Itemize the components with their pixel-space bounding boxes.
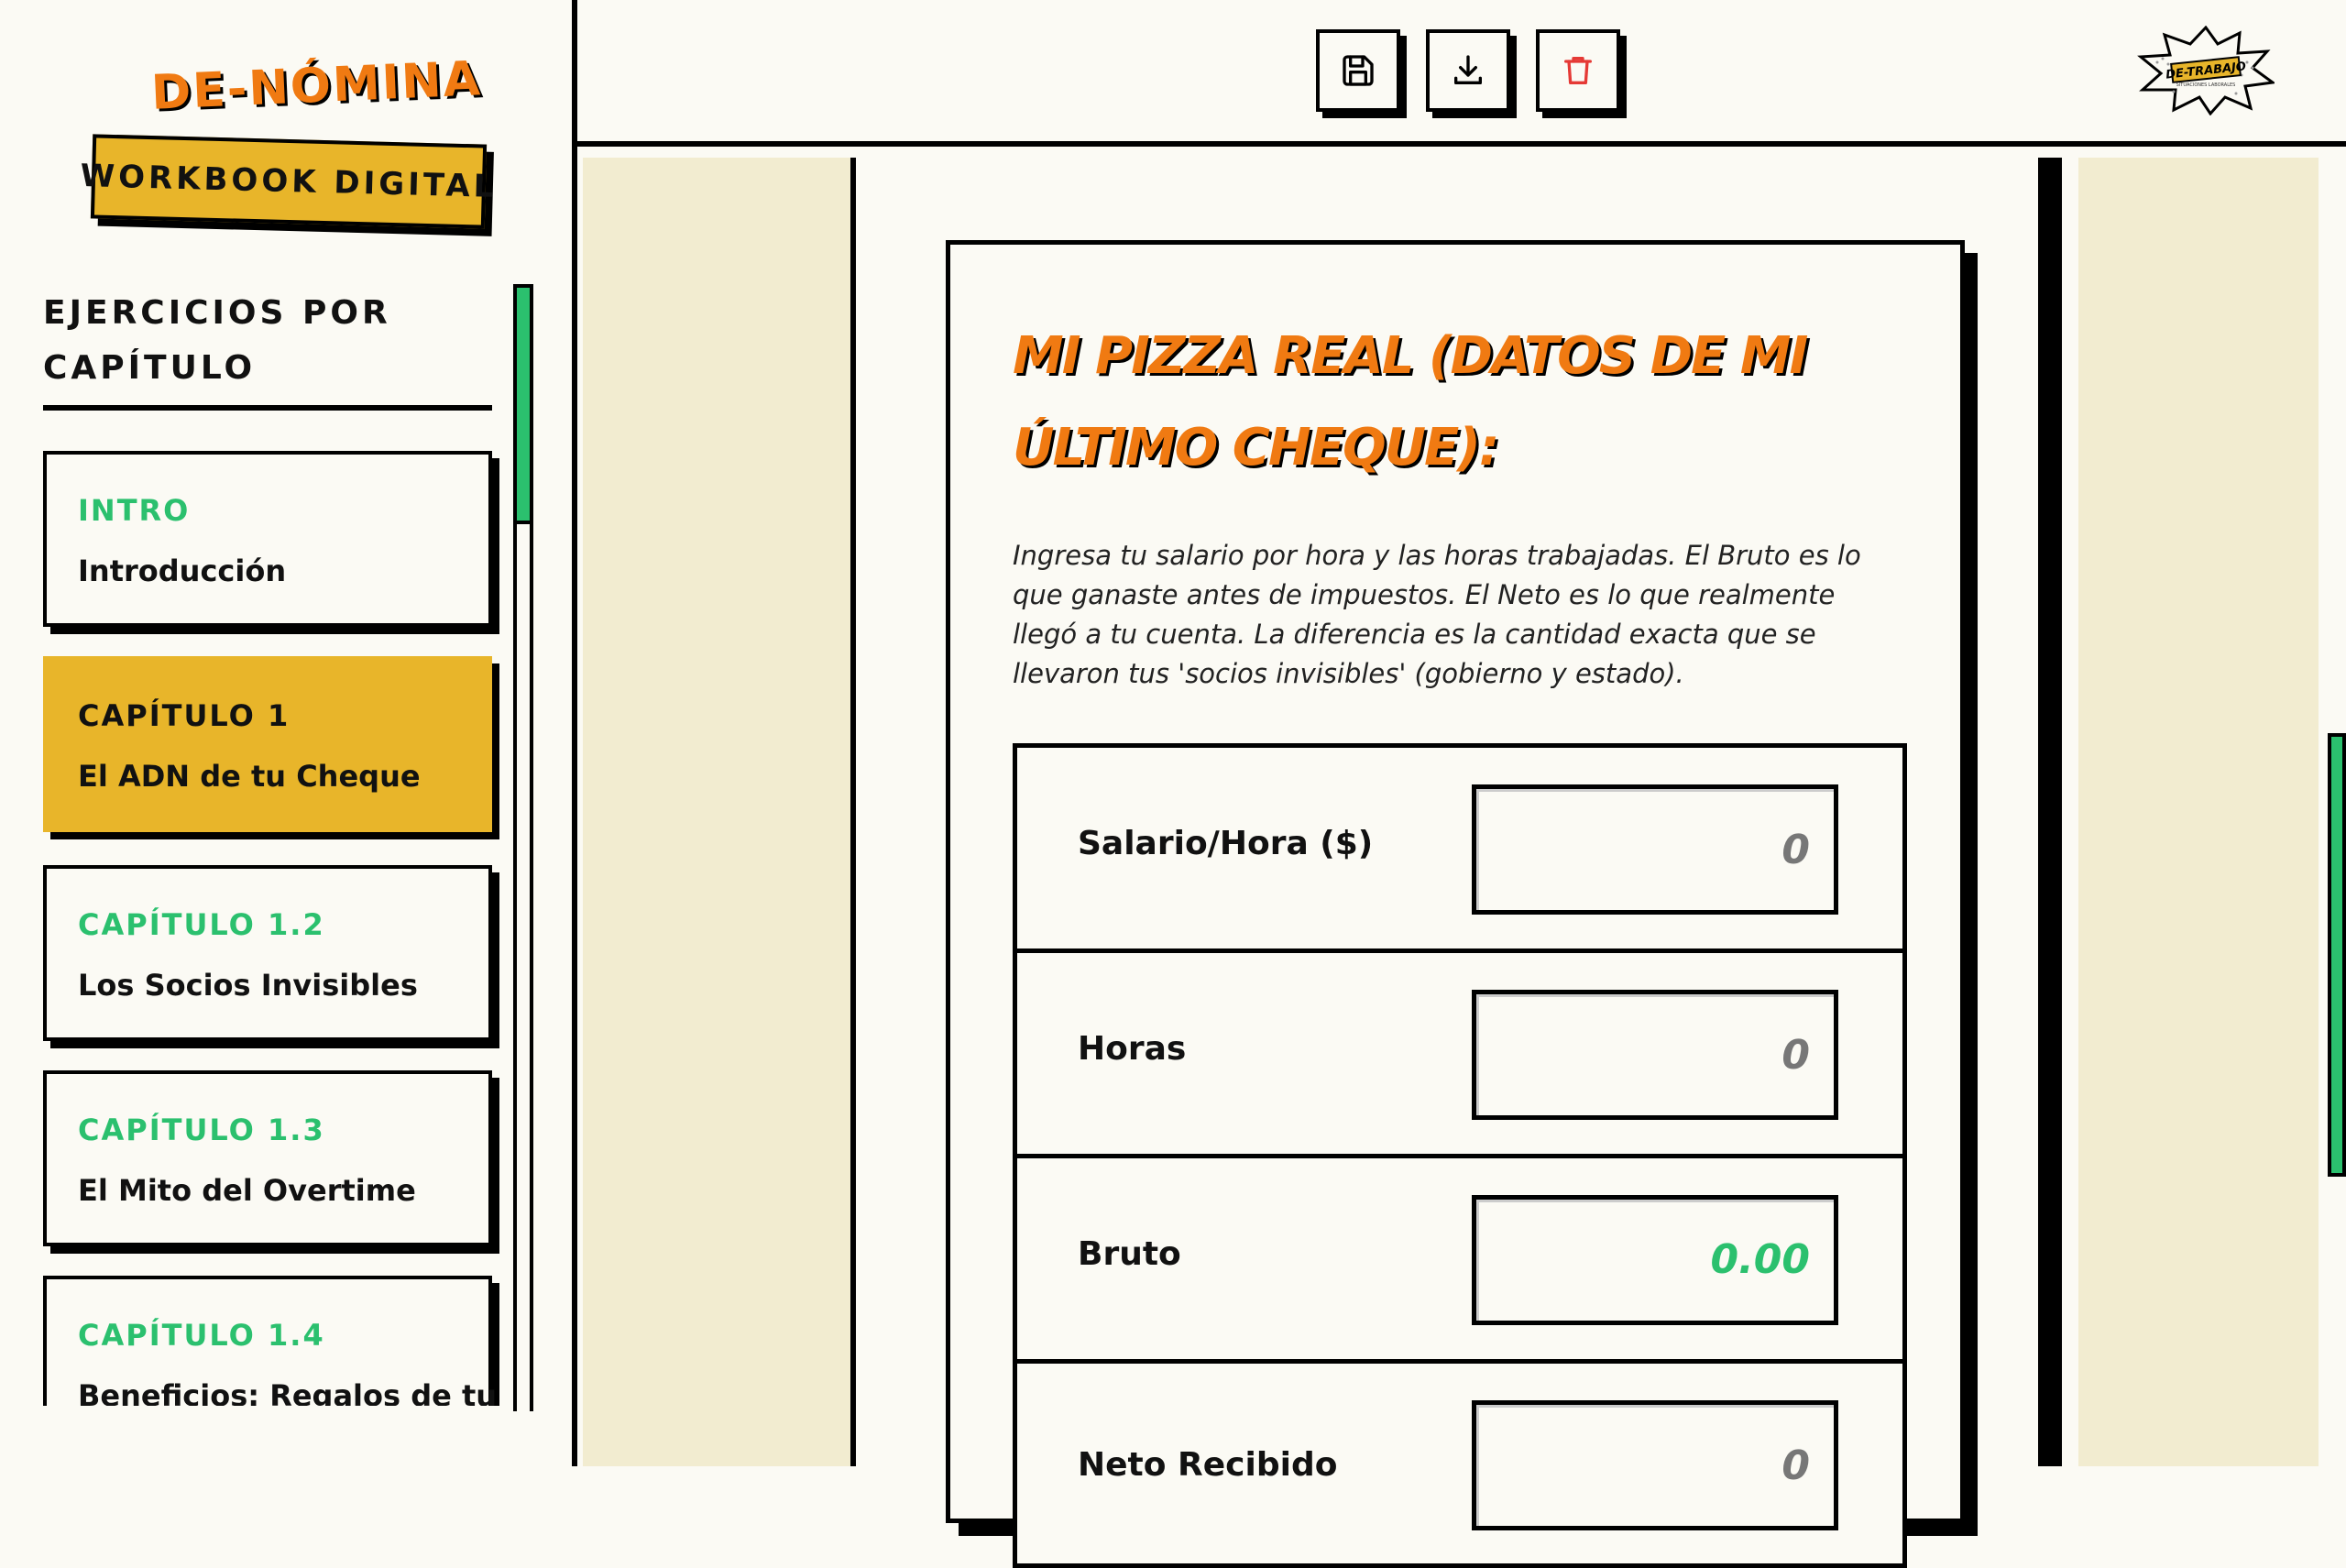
chapter-name: Los Socios Invisibles (78, 968, 418, 1003)
hourly-wage-input[interactable] (1472, 784, 1838, 915)
chapter-name: Introducción (78, 554, 287, 588)
top-toolbar: DE-TRABAJO SITUACIONES LABORALES (577, 0, 2346, 147)
hours-input[interactable] (1472, 990, 1838, 1120)
net-received-label: Neto Recibido (1078, 1446, 1338, 1484)
de-trabajo-logo: DE-TRABAJO SITUACIONES LABORALES (2137, 25, 2276, 116)
chapter-card-1-3[interactable]: CAPÍTULO 1.3 El Mito del Overtime (43, 1070, 492, 1246)
chapter-name: El Mito del Overtime (78, 1173, 416, 1208)
chapter-name: El ADN de tu Cheque (78, 759, 421, 794)
chapter-card-intro[interactable]: INTRO Introducción (43, 451, 492, 627)
section-heading: EJERCICIOS POR CAPÍTULO (43, 286, 492, 411)
gross-value: 0.00 (1472, 1195, 1838, 1325)
chapter-tag: CAPÍTULO 1.4 (78, 1318, 325, 1353)
save-icon (1343, 55, 1374, 86)
chapter-list: INTRO Introducción CAPÍTULO 1 El ADN de … (0, 451, 513, 1406)
exercise-title: Mi Pizza Real (Datos de mi último cheque… (1013, 326, 1808, 477)
row-gross: Bruto 0.00 (1017, 1158, 1902, 1364)
chapter-name: Beneficios: Regalos de tu (78, 1378, 498, 1406)
hours-label: Horas (1078, 1030, 1187, 1068)
chapter-tag: CAPÍTULO 1 (78, 698, 291, 733)
chapter-tag: INTRO (78, 493, 191, 528)
sidebar-scrollbar-thumb[interactable] (513, 284, 533, 524)
canvas-background-left (583, 158, 854, 1466)
save-button[interactable] (1316, 29, 1400, 112)
main-scrollbar-thumb[interactable] (2328, 733, 2346, 1177)
net-received-input[interactable] (1472, 1400, 1838, 1530)
chapter-card-1-4[interactable]: CAPÍTULO 1.4 Beneficios: Regalos de tu (43, 1276, 497, 1406)
canvas-background-right (2078, 158, 2319, 1466)
brand-subtitle-badge: WORKBOOK DIGITAL (80, 134, 498, 229)
chapter-tag: CAPÍTULO 1.2 (78, 907, 325, 942)
exercise-card: Mi Pizza Real (Datos de mi último cheque… (946, 240, 1965, 1568)
sidebar: DE-NÓMINA WORKBOOK DIGITAL EJERCICIOS PO… (0, 0, 577, 1466)
chapter-card-1-2[interactable]: CAPÍTULO 1.2 Los Socios Invisibles (43, 865, 492, 1041)
row-hourly-wage: Salario/Hora ($) (1017, 748, 1902, 953)
gross-label: Bruto (1078, 1235, 1181, 1273)
hourly-wage-label: Salario/Hora ($) (1078, 825, 1374, 862)
download-button[interactable] (1426, 29, 1510, 112)
trash-icon (1564, 57, 1592, 85)
row-hours: Horas (1017, 953, 1902, 1158)
logo-subtext: SITUACIONES LABORALES (2176, 82, 2236, 88)
exercise-description: Ingresa tu salario por hora y las horas … (1013, 540, 1861, 689)
download-icon (1454, 55, 1482, 85)
brand-title: DE-NÓMINA (149, 51, 483, 121)
delete-button[interactable] (1536, 29, 1620, 112)
calculator-table: Salario/Hora ($) Horas Bruto 0.00 Neto R… (1013, 743, 1907, 1568)
chapter-tag: CAPÍTULO 1.3 (78, 1113, 325, 1147)
chapter-card-1[interactable]: CAPÍTULO 1 El ADN de tu Cheque (43, 656, 492, 832)
